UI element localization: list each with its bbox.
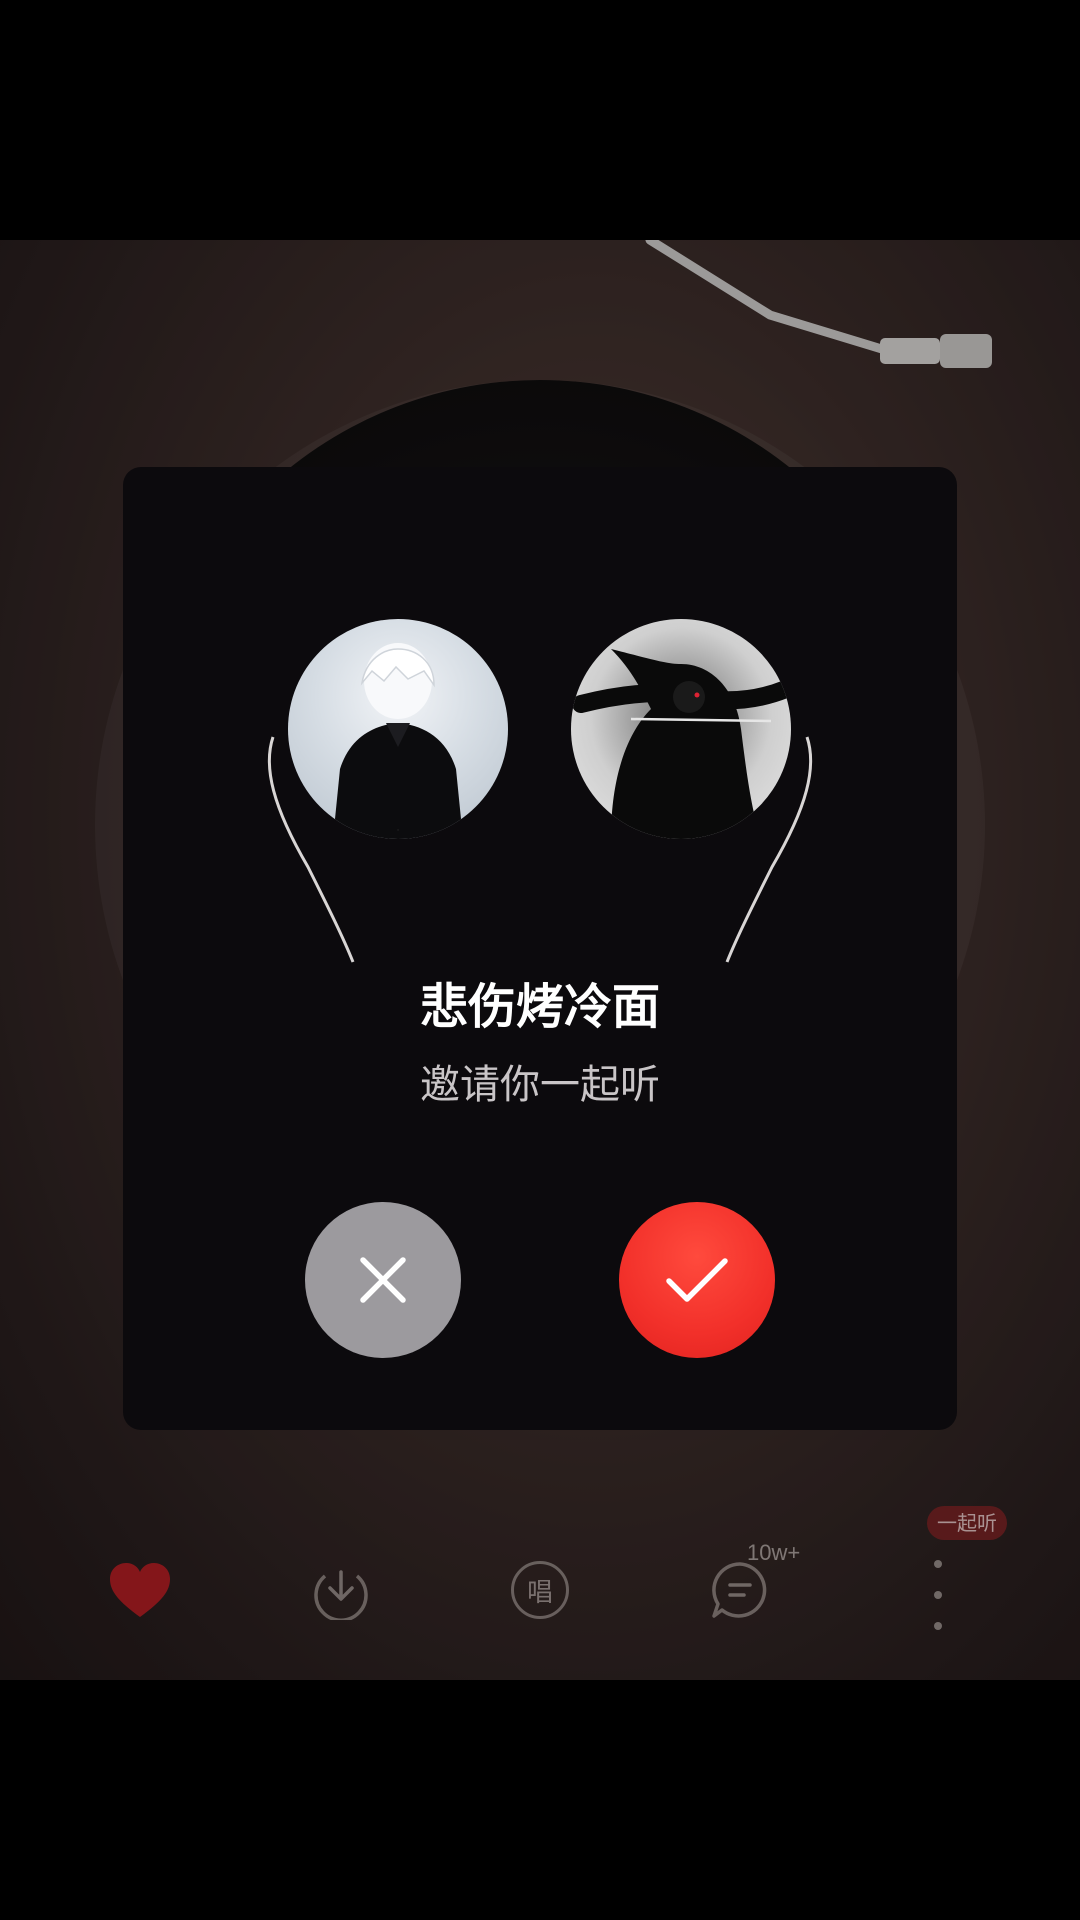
inviter-name: 悲伤烤冷面 xyxy=(419,979,660,1035)
decline-button[interactable] xyxy=(305,1202,461,1358)
inviter-avatar: · xyxy=(288,619,508,839)
check-icon xyxy=(666,1258,728,1302)
close-icon xyxy=(360,1257,406,1303)
user-avatar xyxy=(571,619,791,839)
anime-boy-avatar-icon: · xyxy=(333,643,463,839)
svg-text:·: · xyxy=(397,826,400,836)
invite-message: 邀请你一起听 xyxy=(420,1062,660,1108)
headphone-icon xyxy=(267,736,813,963)
accept-button[interactable] xyxy=(619,1202,775,1358)
listen-together-invite-dialog: · 悲伤烤冷面 邀请你一起听 xyxy=(123,467,957,1430)
screen: 唱 10w+ 一起听 · 悲伤烤冷面 邀请你一起听 xyxy=(0,0,1080,1920)
anime-girl-avatar-icon xyxy=(572,649,791,839)
